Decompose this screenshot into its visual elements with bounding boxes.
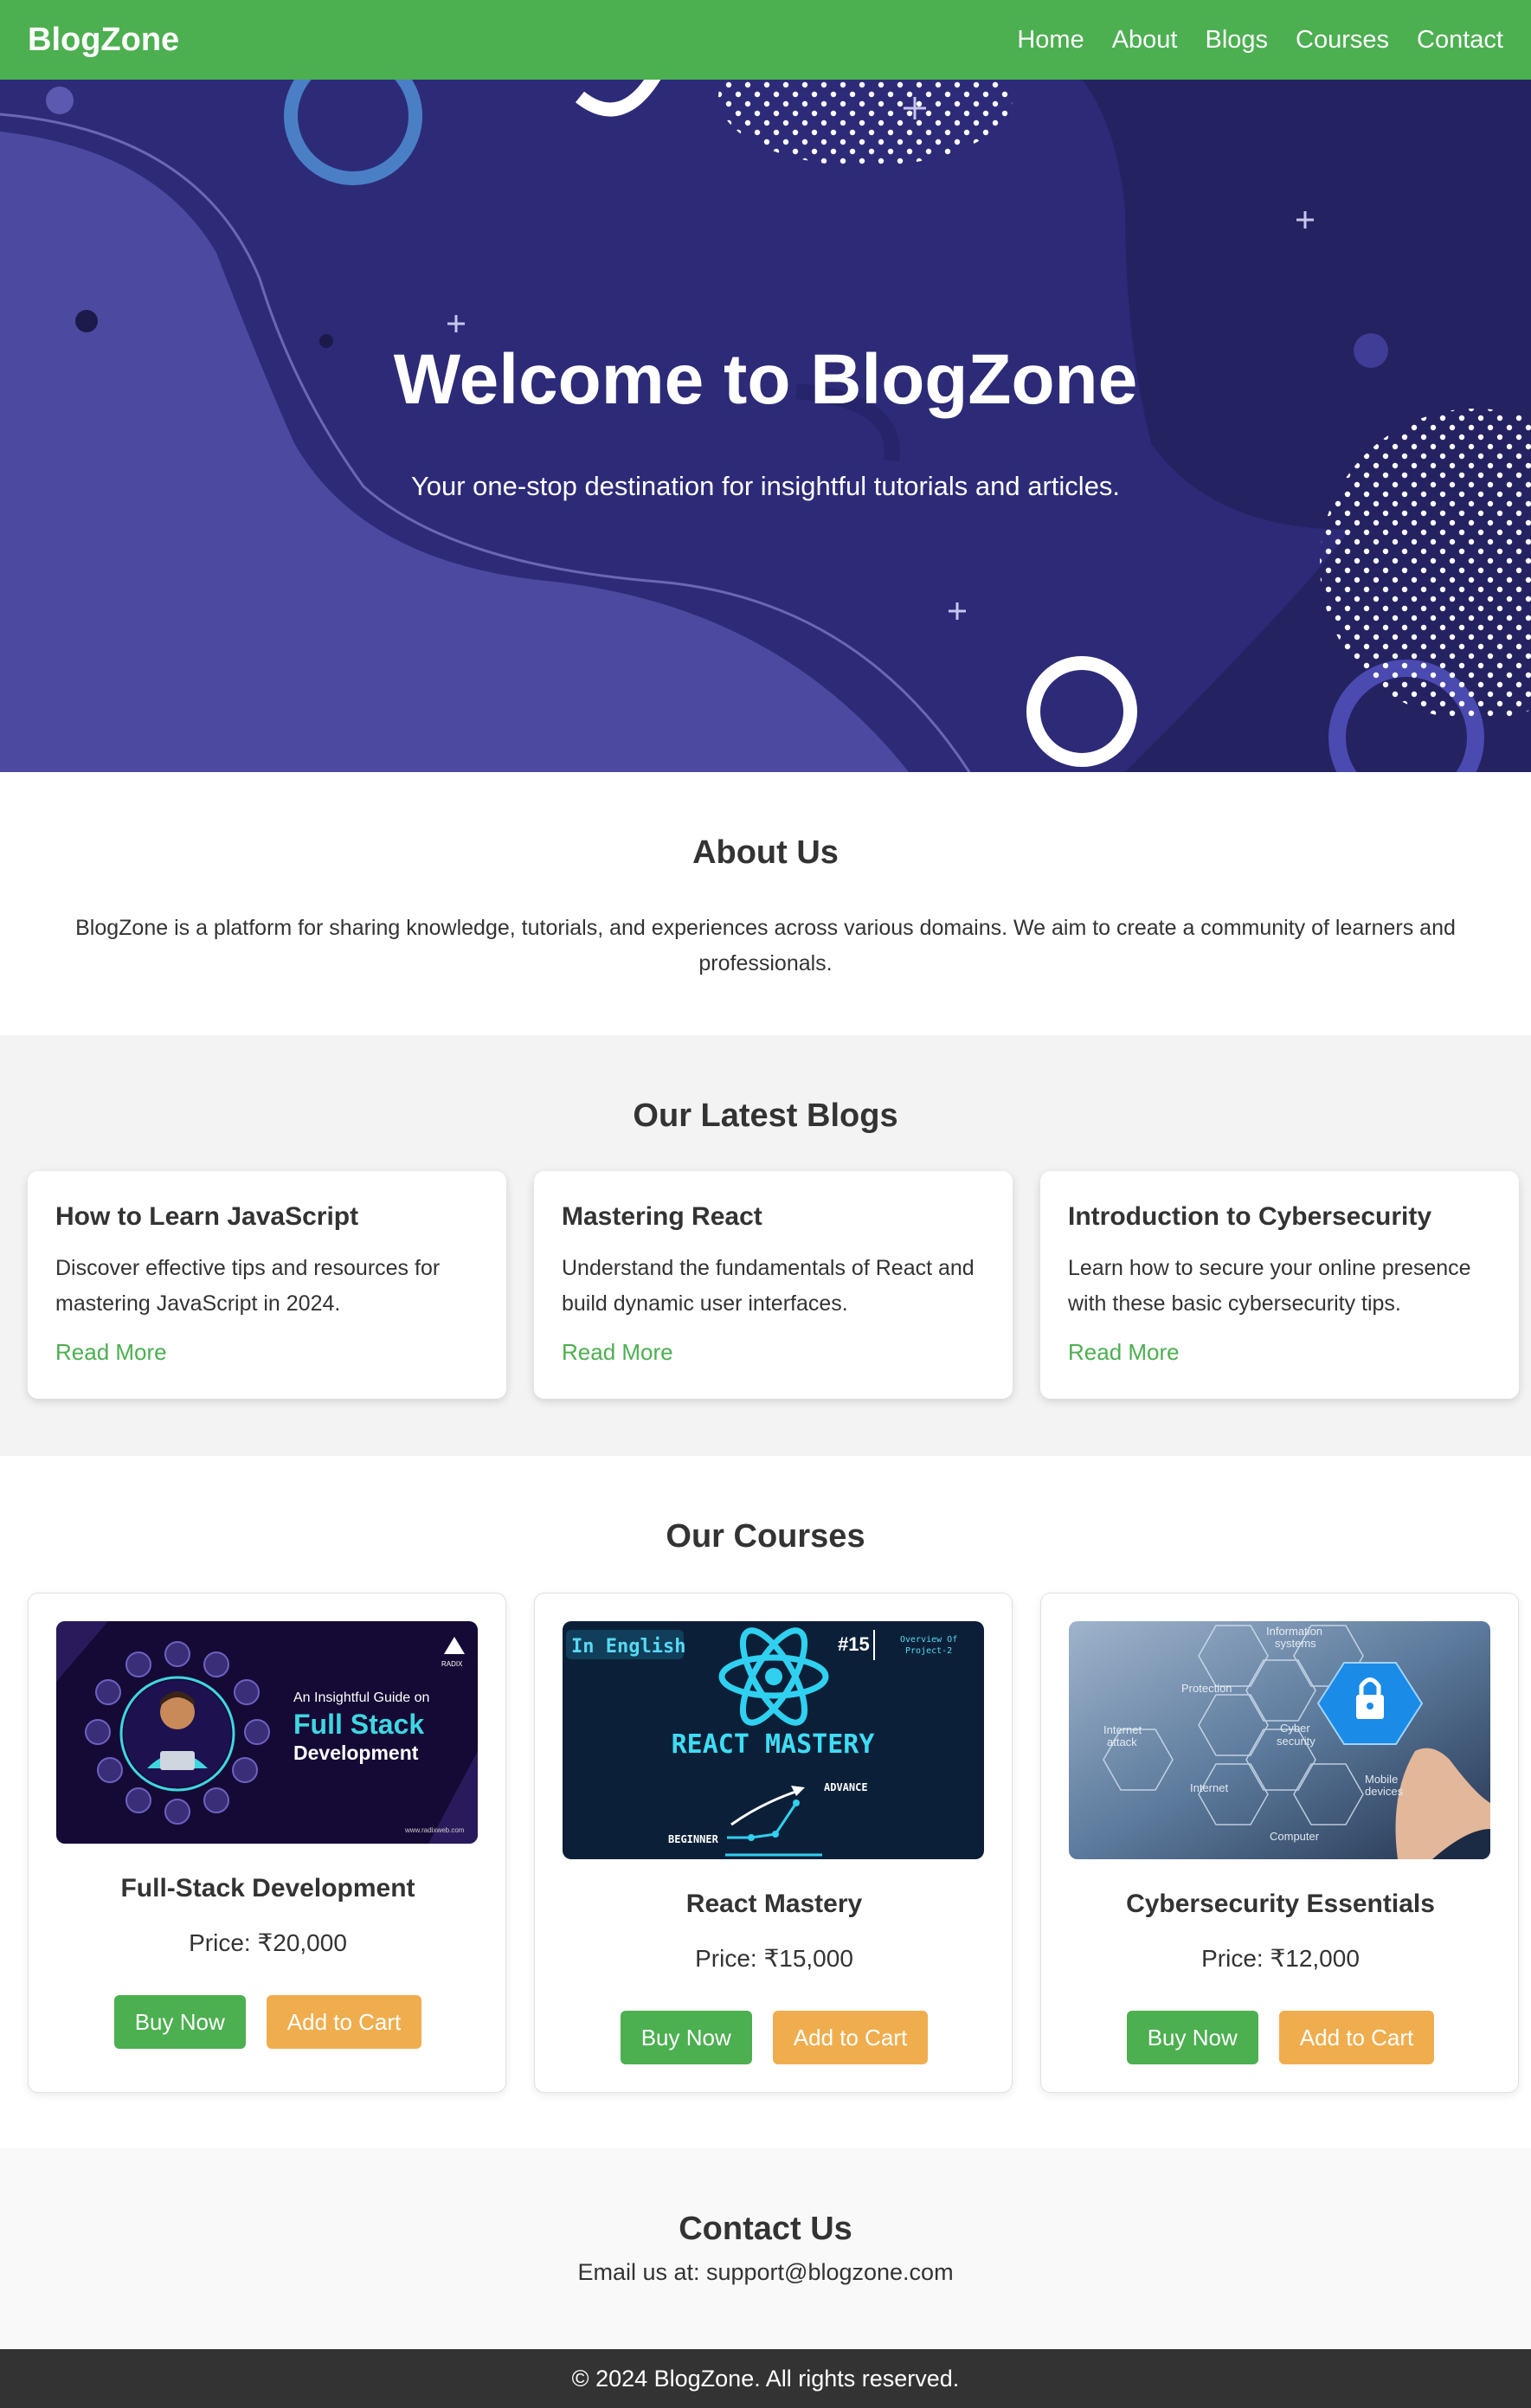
course-title: Cybersecurity Essentials <box>1126 1890 1435 1918</box>
hero-section: Welcome to BlogZone Your one-stop destin… <box>0 80 1531 772</box>
buy-now-button[interactable]: Buy Now <box>620 2011 752 2064</box>
buy-now-button[interactable]: Buy Now <box>113 1995 246 2049</box>
svg-text:www.radixweb.com: www.radixweb.com <box>404 1826 465 1834</box>
svg-text:Development: Development <box>293 1742 419 1764</box>
brand-logo[interactable]: BlogZone <box>28 22 179 59</box>
contact-email-text: Email us at: support@blogzone.com <box>577 2259 954 2285</box>
svg-text:BEGINNER: BEGINNER <box>668 1833 719 1845</box>
blogs-section: Our Latest Blogs How to Learn JavaScript… <box>0 1035 1531 1456</box>
top-navbar: BlogZone Home About Blogs Courses Contac… <box>0 0 1531 80</box>
course-actions: Buy Now Add to Cart <box>535 2011 1013 2064</box>
nav-link-about[interactable]: About <box>1112 26 1178 55</box>
blog-card-description: Learn how to secure your online presence… <box>1068 1256 1471 1316</box>
about-text: BlogZone is a platform for sharing knowl… <box>75 916 1456 975</box>
contact-title: Contact Us <box>679 2211 852 2247</box>
svg-text:Computer: Computer <box>1270 1830 1320 1843</box>
hero-title: Welcome to BlogZone <box>393 340 1138 419</box>
svg-text:RADIX: RADIX <box>441 1660 463 1668</box>
svg-text:Protection: Protection <box>1181 1682 1232 1695</box>
svg-text:An Insightful Guide on: An Insightful Guide on <box>293 1690 429 1705</box>
course-title: Full-Stack Development <box>120 1874 415 1903</box>
about-title: About Us <box>692 834 839 871</box>
course-card: An Insightful Guide on Full Stack Develo… <box>28 1593 506 2093</box>
svg-text:Internet: Internet <box>1103 1723 1142 1736</box>
blog-card: Mastering React Understand the fundament… <box>534 1171 1013 1399</box>
about-section: About Us BlogZone is a platform for shar… <box>0 772 1531 1035</box>
svg-text:In English: In English <box>571 1636 685 1658</box>
read-more-link[interactable]: Read More <box>562 1339 673 1366</box>
course-title: React Mastery <box>685 1890 863 1918</box>
blog-card-title: How to Learn JavaScript <box>55 1202 359 1231</box>
copyright-text: © 2024 BlogZone. All rights reserved. <box>571 2365 960 2392</box>
add-to-cart-button[interactable]: Add to Cart <box>1278 2011 1435 2064</box>
svg-text:Project-2: Project-2 <box>905 1646 952 1656</box>
svg-text:Mobile: Mobile <box>1365 1773 1398 1786</box>
blogs-title: Our Latest Blogs <box>633 1098 898 1134</box>
nav-link-courses[interactable]: Courses <box>1296 26 1389 55</box>
blog-card-description: Discover effective tips and resources fo… <box>55 1256 441 1316</box>
svg-text:devices: devices <box>1365 1785 1404 1798</box>
courses-title: Our Courses <box>666 1518 865 1555</box>
add-to-cart-button[interactable]: Add to Cart <box>772 2011 929 2064</box>
add-to-cart-button[interactable]: Add to Cart <box>266 1995 422 2049</box>
svg-text:REACT MASTERY: REACT MASTERY <box>672 1729 875 1760</box>
svg-text:attack: attack <box>1107 1735 1137 1748</box>
course-image-cybersecurity: Information systems Protection Internet … <box>1069 1621 1490 1859</box>
svg-text:Internet: Internet <box>1190 1781 1228 1794</box>
nav-link-contact[interactable]: Contact <box>1417 26 1503 55</box>
course-price: Price: ₹20,000 <box>189 1929 347 1956</box>
blog-card-title: Introduction to Cybersecurity <box>1068 1202 1432 1231</box>
courses-section: Our Courses An Insightful Guide on Full … <box>0 1456 1531 2148</box>
svg-text:Cyber: Cyber <box>1280 1722 1310 1735</box>
blog-card-title: Mastering React <box>562 1202 762 1231</box>
course-price: Price: ₹15,000 <box>695 1945 853 1972</box>
course-price: Price: ₹12,000 <box>1201 1945 1360 1972</box>
read-more-link[interactable]: Read More <box>1068 1339 1180 1366</box>
blog-card: How to Learn JavaScript Discover effecti… <box>28 1171 506 1399</box>
hero-background-art <box>0 80 1531 772</box>
svg-text:security: security <box>1277 1735 1316 1748</box>
contact-section: Contact Us Email us at: support@blogzone… <box>0 2148 1531 2349</box>
nav-links: Home About Blogs Courses Contact <box>1017 26 1503 55</box>
svg-text:Overview Of: Overview Of <box>900 1635 957 1645</box>
course-image-react-mastery: In English #15 Overview Of Project-2 REA… <box>563 1621 984 1859</box>
read-more-link[interactable]: Read More <box>55 1339 167 1366</box>
blog-card-description: Understand the fundamentals of React and… <box>562 1256 975 1316</box>
buy-now-button[interactable]: Buy Now <box>1126 2011 1258 2064</box>
svg-text:Information: Information <box>1266 1625 1322 1638</box>
course-actions: Buy Now Add to Cart <box>1041 2011 1520 2064</box>
course-actions: Buy Now Add to Cart <box>29 1995 507 2049</box>
blog-card: Introduction to Cybersecurity Learn how … <box>1040 1171 1519 1399</box>
hero-subtitle: Your one-stop destination for insightful… <box>410 471 1121 501</box>
svg-text:ADVANCE: ADVANCE <box>824 1781 868 1793</box>
course-image-full-stack: An Insightful Guide on Full Stack Develo… <box>56 1621 478 1844</box>
footer: © 2024 BlogZone. All rights reserved. <box>0 2349 1531 2408</box>
svg-text:#15: #15 <box>838 1633 870 1655</box>
svg-text:systems: systems <box>1275 1637 1316 1650</box>
course-card: Information systems Protection Internet … <box>1040 1593 1519 2093</box>
nav-link-home[interactable]: Home <box>1017 26 1084 55</box>
svg-text:Full Stack: Full Stack <box>293 1709 424 1740</box>
nav-link-blogs[interactable]: Blogs <box>1206 26 1269 55</box>
course-card: In English #15 Overview Of Project-2 REA… <box>534 1593 1013 2093</box>
